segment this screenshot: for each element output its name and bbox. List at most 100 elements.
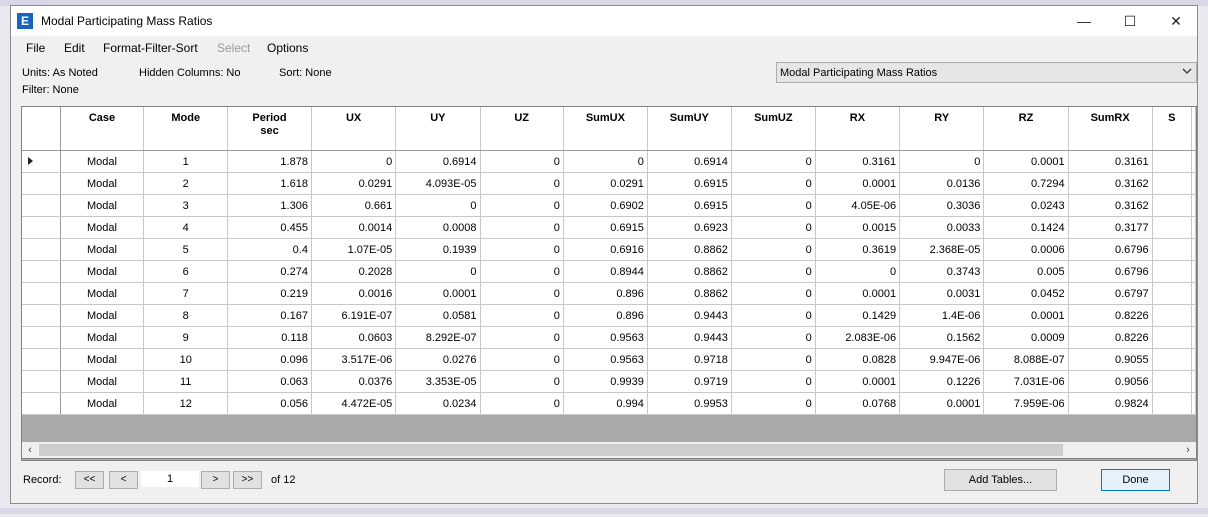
column-header[interactable]: UZ [480, 107, 564, 151]
close-button[interactable]: ✕ [1153, 6, 1199, 36]
table-cell[interactable]: 0.6914 [647, 150, 732, 173]
table-cell[interactable]: 4.05E-06 [815, 194, 901, 217]
table-cell[interactable]: 0.0001 [815, 172, 901, 195]
menu-edit[interactable]: Edit [64, 41, 85, 55]
record-number-input[interactable]: 1 [141, 471, 199, 487]
table-cell[interactable]: 4.472E-05 [311, 392, 397, 415]
row-selector[interactable] [22, 326, 61, 349]
table-cell[interactable]: 0.0376 [311, 370, 397, 393]
table-cell[interactable]: 0.0001 [815, 282, 901, 305]
table-row[interactable]: Modal 12 0.056 4.472E-05 0.0234 0 0.994 0.9953 0… [22, 392, 1196, 415]
table-cell[interactable]: 0 [731, 172, 816, 195]
table-cell[interactable]: 0 [731, 194, 816, 217]
table-cell[interactable]: 0.6902 [563, 194, 648, 217]
table-cell[interactable]: 0.0234 [395, 392, 481, 415]
column-header[interactable]: RX [815, 107, 901, 151]
table-cell[interactable]: 0.0014 [311, 216, 397, 239]
table-cell[interactable]: 0.8944 [563, 260, 648, 283]
table-cell[interactable]: 0.7294 [983, 172, 1069, 195]
table-cell[interactable]: 0 [731, 282, 816, 305]
table-cell[interactable]: 9.947E-06 [899, 348, 985, 371]
table-cell[interactable]: 0.1424 [983, 216, 1069, 239]
table-cell[interactable]: 0.8226 [1068, 326, 1153, 349]
table-cell[interactable]: 0.0001 [983, 150, 1069, 173]
table-cell[interactable]: 8.088E-07 [983, 348, 1069, 371]
table-cell[interactable] [1152, 150, 1193, 173]
table-cell[interactable]: 0.0768 [815, 392, 901, 415]
table-cell[interactable]: 0.9563 [563, 348, 648, 371]
table-cell[interactable]: 0.6915 [647, 172, 732, 195]
table-cell[interactable]: 0 [480, 348, 564, 371]
menu-select[interactable]: Select [217, 41, 250, 55]
table-cell[interactable]: 0.005 [983, 260, 1069, 283]
table-cell[interactable]: Modal [60, 348, 145, 371]
table-cell[interactable]: 0.3619 [815, 238, 901, 261]
table-cell[interactable]: 0.1429 [815, 304, 901, 327]
table-cell[interactable]: 0.6916 [563, 238, 648, 261]
table-cell[interactable]: 0 [480, 260, 564, 283]
table-cell[interactable]: 0.9563 [563, 326, 648, 349]
column-header[interactable]: SumUZ [731, 107, 816, 151]
table-cell[interactable]: 0.4 [227, 238, 312, 261]
table-cell[interactable]: 0.3162 [1068, 172, 1153, 195]
table-row[interactable]: Modal 1 1.878 0 0.6914 0 0 0.6914 0 0.3161 0 0.0001… [22, 150, 1196, 173]
table-cell[interactable]: 0.0016 [311, 282, 397, 305]
add-tables-button[interactable]: Add Tables... [944, 469, 1057, 491]
table-cell[interactable] [1152, 370, 1193, 393]
table-cell[interactable]: 0 [731, 216, 816, 239]
row-selector-header[interactable] [22, 107, 61, 151]
table-cell[interactable]: 4.093E-05 [395, 172, 481, 195]
table-cell[interactable]: 0.0001 [395, 282, 481, 305]
table-cell[interactable]: 0.6923 [647, 216, 732, 239]
table-cell[interactable]: 0 [480, 392, 564, 415]
table-cell[interactable]: 0.096 [227, 348, 312, 371]
table-cell[interactable]: 0.3177 [1068, 216, 1153, 239]
column-header[interactable]: Case [60, 107, 145, 151]
table-cell[interactable]: 2 [143, 172, 229, 195]
table-cell[interactable]: 0.274 [227, 260, 312, 283]
done-button[interactable]: Done [1101, 469, 1170, 491]
column-header[interactable]: SumUY [647, 107, 732, 151]
table-cell[interactable] [1152, 392, 1193, 415]
table-cell[interactable]: 0.0001 [983, 304, 1069, 327]
column-header[interactable]: UY [395, 107, 481, 151]
table-cell[interactable]: 0.0001 [815, 370, 901, 393]
table-cell[interactable]: 7.031E-06 [983, 370, 1069, 393]
minimize-button[interactable]: — [1061, 6, 1107, 36]
row-selector[interactable] [22, 370, 61, 393]
table-cell[interactable]: 0.219 [227, 282, 312, 305]
row-selector[interactable] [22, 304, 61, 327]
table-cell[interactable]: 4 [143, 216, 229, 239]
table-cell[interactable]: 0.9443 [647, 326, 732, 349]
maximize-button[interactable]: ☐ [1107, 6, 1153, 36]
table-cell[interactable]: 0.9055 [1068, 348, 1153, 371]
table-cell[interactable]: 0.0243 [983, 194, 1069, 217]
table-cell[interactable]: 1.878 [227, 150, 312, 173]
table-cell[interactable]: 6 [143, 260, 229, 283]
table-row[interactable]: Modal 4 0.455 0.0014 0.0008 0 0.6915 0.6923 0 0.0… [22, 216, 1196, 239]
table-cell[interactable]: Modal [60, 150, 145, 173]
horizontal-scrollbar[interactable]: ‹ › [21, 442, 1197, 459]
table-selector-dropdown[interactable]: Modal Participating Mass Ratios [776, 62, 1197, 83]
row-selector[interactable] [22, 238, 61, 261]
column-header[interactable]: RZ [983, 107, 1069, 151]
table-cell[interactable]: Modal [60, 238, 145, 261]
table-cell[interactable] [1152, 348, 1193, 371]
table-cell[interactable]: 9 [143, 326, 229, 349]
table-row[interactable]: Modal 7 0.219 0.0016 0.0001 0 0.896 0.8862 0 0.00… [22, 282, 1196, 305]
table-cell[interactable]: 0 [480, 194, 564, 217]
row-selector[interactable] [22, 392, 61, 415]
first-record-button[interactable]: << [75, 471, 104, 489]
table-cell[interactable]: 0.167 [227, 304, 312, 327]
column-header[interactable]: Mode [143, 107, 229, 151]
table-cell[interactable]: 0 [480, 304, 564, 327]
scroll-left-icon[interactable]: ‹ [23, 443, 37, 457]
table-cell[interactable]: 0.6914 [395, 150, 481, 173]
table-cell[interactable]: 0.0452 [983, 282, 1069, 305]
table-cell[interactable]: 0 [731, 370, 816, 393]
table-cell[interactable]: 0.8862 [647, 238, 732, 261]
column-header[interactable]: SumUX [563, 107, 648, 151]
table-cell[interactable]: 0 [815, 260, 901, 283]
table-cell[interactable]: 0.0015 [815, 216, 901, 239]
table-cell[interactable]: 0.063 [227, 370, 312, 393]
